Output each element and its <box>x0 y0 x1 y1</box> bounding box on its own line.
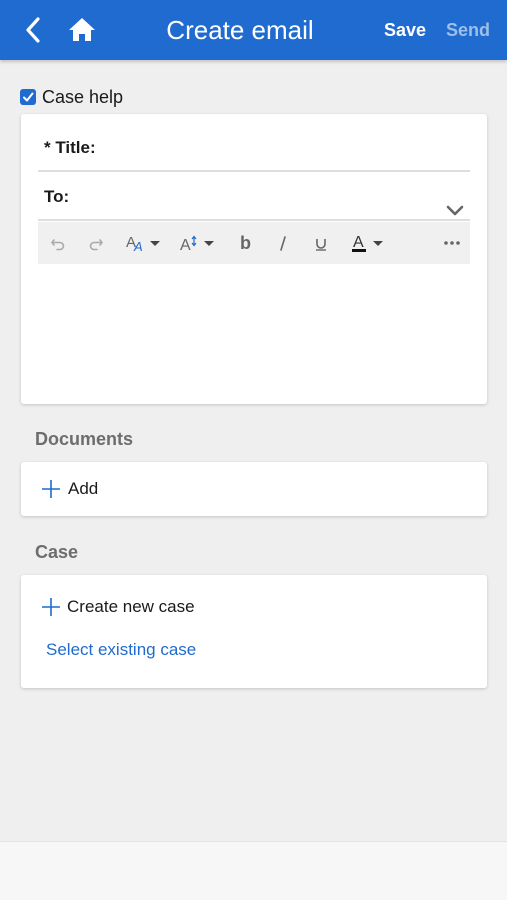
undo-icon[interactable] <box>46 222 70 264</box>
case-help-toggle[interactable]: Case help <box>20 86 123 108</box>
add-document-button[interactable]: Add <box>41 477 131 501</box>
app-header: Create email Save Send <box>0 0 507 60</box>
email-body-editor[interactable] <box>38 264 470 389</box>
send-button[interactable]: Send <box>446 19 490 41</box>
svg-text:A: A <box>353 234 364 251</box>
documents-card: Add <box>21 462 487 516</box>
to-field[interactable]: To: <box>38 173 470 221</box>
plus-icon <box>41 597 61 617</box>
email-compose-card: * Title: To: AA A b A <box>21 114 487 404</box>
case-section-label: Case <box>35 542 79 562</box>
svg-text:A: A <box>180 237 191 253</box>
font-size-icon[interactable]: A <box>178 222 214 264</box>
chevron-down-icon[interactable] <box>446 189 464 216</box>
back-chevron-icon[interactable] <box>20 14 48 46</box>
case-help-label: Case help <box>42 87 124 107</box>
select-existing-case-link[interactable]: Select existing case <box>46 639 196 661</box>
home-icon[interactable] <box>66 14 98 46</box>
create-new-case-label: Create new case <box>67 597 195 616</box>
case-card: Create new case Select existing case <box>21 575 487 688</box>
text-color-icon[interactable]: A <box>350 222 384 264</box>
svg-text:A: A <box>133 239 143 253</box>
bold-icon[interactable]: b <box>234 222 256 264</box>
add-document-label: Add <box>68 479 99 498</box>
title-field-label: * Title: <box>44 138 96 157</box>
editor-toolbar: AA A b A <box>38 222 470 264</box>
plus-icon <box>41 479 61 499</box>
bottom-bar <box>0 841 507 900</box>
svg-text:b: b <box>240 234 251 252</box>
create-new-case-button[interactable]: Create new case <box>41 595 241 619</box>
more-icon[interactable] <box>440 222 464 264</box>
save-button[interactable]: Save <box>384 19 426 41</box>
underline-icon[interactable] <box>310 222 332 264</box>
documents-section-label: Documents <box>35 429 134 449</box>
to-field-label: To: <box>44 187 70 206</box>
redo-icon[interactable] <box>84 222 108 264</box>
font-family-icon[interactable]: AA <box>124 222 160 264</box>
title-field[interactable]: * Title: <box>38 124 470 172</box>
italic-icon[interactable] <box>272 222 294 264</box>
page-title: Create email <box>166 15 314 45</box>
case-help-checkbox[interactable] <box>20 89 36 105</box>
